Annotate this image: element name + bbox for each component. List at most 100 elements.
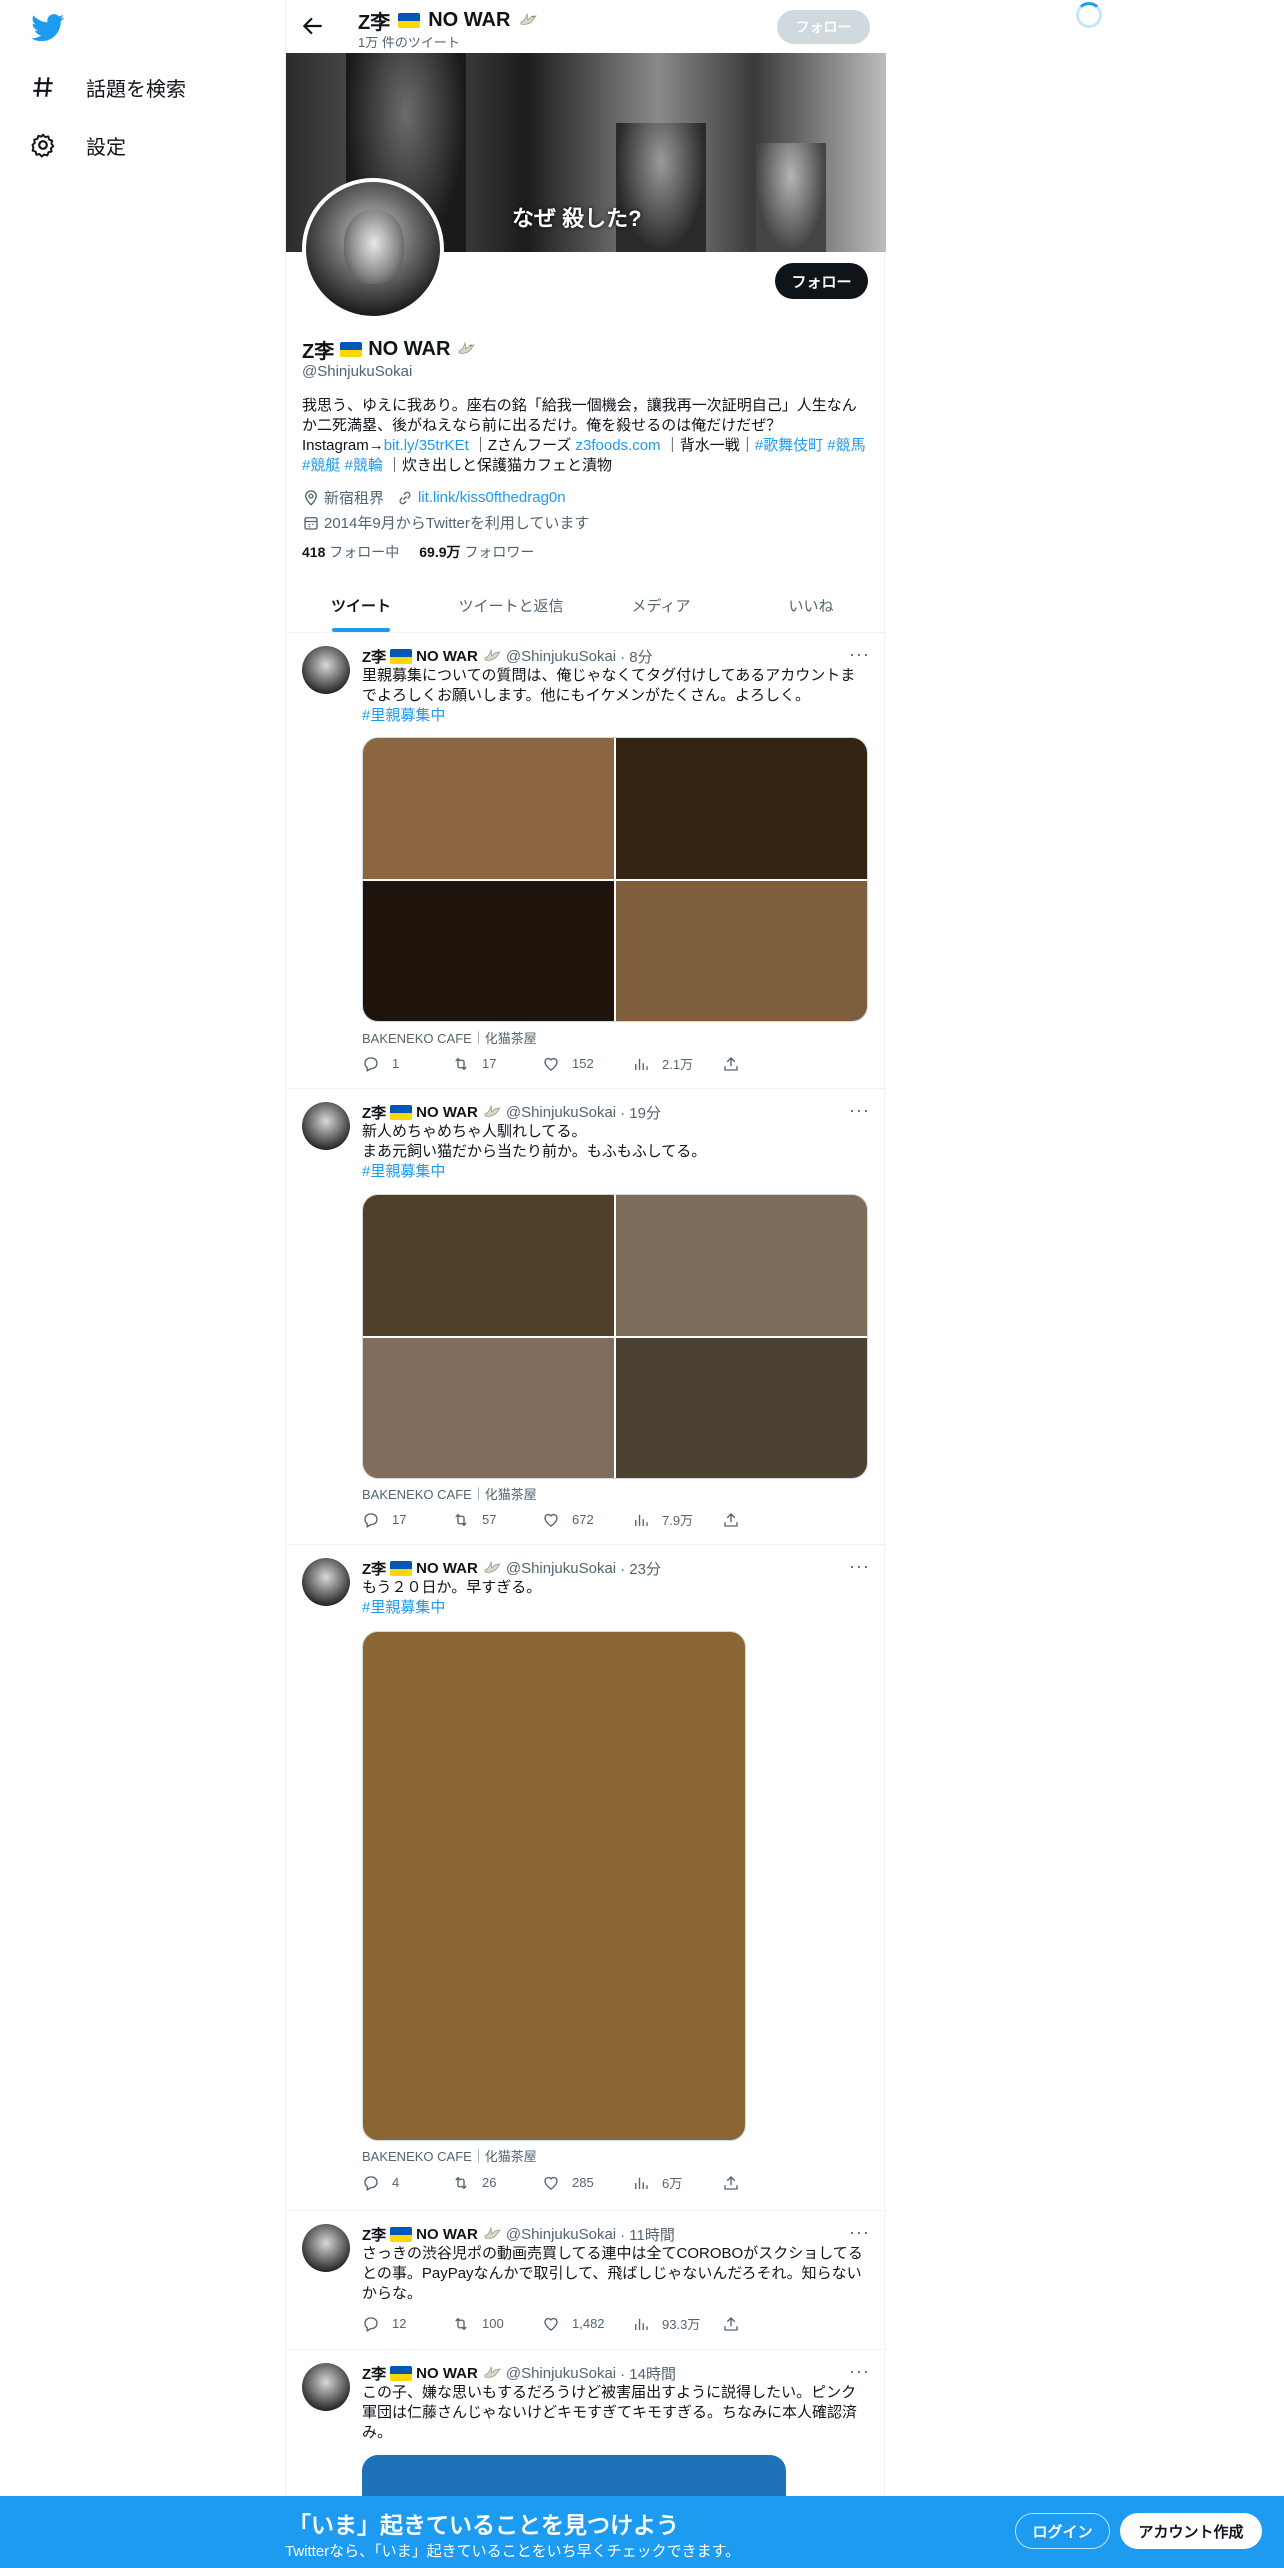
reply-button[interactable]: 12 xyxy=(362,2315,452,2333)
header-follow-button[interactable]: フォロー xyxy=(777,10,870,44)
tweet-handle[interactable]: @ShinjukuSokai xyxy=(506,648,616,665)
views-icon xyxy=(635,2177,648,2189)
tweet-avatar[interactable] xyxy=(302,2363,350,2411)
tweet-photo[interactable] xyxy=(616,738,867,879)
tweet[interactable]: Z李 NO WAR @ShinjukuSokai · 23分 ··· もう２０日… xyxy=(286,1546,886,2211)
tweet-header: Z李 NO WAR @ShinjukuSokai · 14時間 xyxy=(362,2363,676,2384)
reply-count: 17 xyxy=(392,1512,407,1527)
tweet-photo[interactable] xyxy=(363,738,614,879)
tweet-photo[interactable] xyxy=(616,880,867,1021)
reply-button[interactable]: 17 xyxy=(362,1511,452,1529)
bio-hashtag[interactable]: #競馬 xyxy=(827,437,865,454)
tweet-photo[interactable] xyxy=(362,1631,746,2141)
tweet[interactable]: Z李 NO WAR @ShinjukuSokai · 8分 ··· 里親募集につ… xyxy=(286,634,886,1089)
tweet-photo[interactable] xyxy=(363,880,614,1021)
following-stat[interactable]: 418 フォロー中 xyxy=(302,542,399,562)
like-button[interactable]: 1,482 xyxy=(542,2315,632,2333)
more-icon[interactable]: ··· xyxy=(849,644,870,665)
tweet-photo[interactable] xyxy=(616,1337,867,1478)
signup-button[interactable]: アカウント作成 xyxy=(1120,2513,1262,2549)
twitter-logo-icon[interactable] xyxy=(30,14,66,42)
like-button[interactable]: 152 xyxy=(542,1055,632,1073)
share-button[interactable] xyxy=(722,1055,752,1073)
tweet-text-line: この子、嫌な思いもするだろうけど被害届出すように説得したい。ピンク軍団は仁藤さん… xyxy=(362,2384,858,2441)
tab-media[interactable]: メディア xyxy=(586,580,736,632)
bio-foods-link[interactable]: z3foods.com xyxy=(576,437,661,454)
followers-stat[interactable]: 69.9万 フォロワー xyxy=(419,542,534,562)
retweet-button[interactable]: 17 xyxy=(452,1055,542,1073)
more-icon[interactable]: ··· xyxy=(849,2361,870,2382)
like-count: 285 xyxy=(572,2175,594,2190)
reply-button[interactable]: 1 xyxy=(362,1055,452,1073)
tab-active-indicator xyxy=(332,628,390,632)
retweet-button[interactable]: 26 xyxy=(452,2174,542,2192)
nav-explore[interactable]: 話題を検索 xyxy=(30,67,186,107)
back-arrow-icon[interactable] xyxy=(300,13,326,39)
profile-avatar[interactable] xyxy=(302,178,444,320)
views-button[interactable]: 6万 xyxy=(632,2173,722,2192)
tweet-author-name[interactable]: Z李 xyxy=(362,2224,386,2245)
profile-url-link[interactable]: lit.link/kiss0fthedrag0n xyxy=(418,489,566,506)
like-button[interactable]: 285 xyxy=(542,2174,632,2192)
tweet-time[interactable]: · 23分 xyxy=(620,1558,661,1579)
tweet-media-source[interactable]: BAKENEKO CAFE｜化猫茶屋 xyxy=(362,1484,537,1503)
tweet-photo[interactable] xyxy=(363,1195,614,1336)
tweet[interactable]: Z李 NO WAR @ShinjukuSokai · 19分 ··· 新人めちゃ… xyxy=(286,1090,886,1545)
tweet-handle[interactable]: @ShinjukuSokai xyxy=(506,2226,616,2243)
views-count: 7.9万 xyxy=(662,1513,694,1528)
profile-url[interactable]: lit.link/kiss0fthedrag0n xyxy=(396,487,566,508)
like-button[interactable]: 672 xyxy=(542,1511,632,1529)
nav-settings[interactable]: 設定 xyxy=(30,125,126,165)
tweet-hashtag[interactable]: #里親募集中 xyxy=(362,707,445,724)
tweet-author-name[interactable]: Z李 xyxy=(362,2363,386,2384)
tweet-hashtag[interactable]: #里親募集中 xyxy=(362,1163,445,1180)
bio-hashtag[interactable]: #競艇 xyxy=(302,457,340,474)
tweet[interactable]: Z李 NO WAR @ShinjukuSokai · 14時間 ··· この子、… xyxy=(286,2351,886,2496)
views-button[interactable]: 7.9万 xyxy=(632,1510,722,1529)
bio-hashtag[interactable]: #競輪 xyxy=(345,457,383,474)
more-icon[interactable]: ··· xyxy=(849,2222,870,2243)
tweet-time[interactable]: · 14時間 xyxy=(620,2363,676,2384)
tweet-handle[interactable]: @ShinjukuSokai xyxy=(506,1560,616,1577)
retweet-button[interactable]: 100 xyxy=(452,2315,542,2333)
tweet[interactable]: Z李 NO WAR @ShinjukuSokai · 11時間 ··· さっきの… xyxy=(286,2212,886,2350)
tweet-author-name[interactable]: Z李 xyxy=(362,1558,386,1579)
more-icon[interactable]: ··· xyxy=(849,1100,870,1121)
tweet-hashtag[interactable]: #里親募集中 xyxy=(362,1599,445,1616)
tweet-photo[interactable] xyxy=(616,1195,867,1336)
share-button[interactable] xyxy=(722,2174,752,2192)
tweet-time[interactable]: · 19分 xyxy=(620,1102,661,1123)
bio-instagram-link[interactable]: bit.ly/35trKEt xyxy=(384,437,469,454)
login-button[interactable]: ログイン xyxy=(1015,2513,1110,2549)
tweet-time[interactable]: · 11時間 xyxy=(620,2224,675,2245)
bio-text: ｜Zさんフーズ xyxy=(472,437,572,454)
tweet-photo[interactable] xyxy=(363,1337,614,1478)
profile-meta: 新宿租界 lit.link/kiss0fthedrag0n 2014年9月からT… xyxy=(302,487,868,533)
tweet-handle[interactable]: @ShinjukuSokai xyxy=(506,2365,616,2382)
tab-tweets-and-replies[interactable]: ツイートと返信 xyxy=(436,580,586,632)
views-button[interactable]: 93.3万 xyxy=(632,2314,722,2333)
tweet-avatar[interactable] xyxy=(302,646,350,694)
views-icon xyxy=(635,1514,648,1526)
dove-icon xyxy=(521,12,538,25)
tab-likes[interactable]: いいね xyxy=(736,580,886,632)
tweet-author-name[interactable]: Z李 xyxy=(362,646,386,667)
tweet-media-source[interactable]: BAKENEKO CAFE｜化猫茶屋 xyxy=(362,2146,537,2165)
share-button[interactable] xyxy=(722,1511,752,1529)
views-button[interactable]: 2.1万 xyxy=(632,1054,722,1073)
tweet-avatar[interactable] xyxy=(302,2224,350,2272)
tweet-avatar[interactable] xyxy=(302,1102,350,1150)
tweet-handle[interactable]: @ShinjukuSokai xyxy=(506,1104,616,1121)
tweet-media-source[interactable]: BAKENEKO CAFE｜化猫茶屋 xyxy=(362,1028,537,1047)
bio-hashtag[interactable]: #歌舞伎町 xyxy=(755,437,823,454)
tweet-time[interactable]: · 8分 xyxy=(620,646,653,667)
tweet-photo[interactable] xyxy=(362,2455,786,2496)
reply-button[interactable]: 4 xyxy=(362,2174,452,2192)
tab-tweets[interactable]: ツイート xyxy=(286,580,436,632)
follow-button[interactable]: フォロー xyxy=(775,263,868,299)
share-button[interactable] xyxy=(722,2315,752,2333)
more-icon[interactable]: ··· xyxy=(849,1556,870,1577)
tweet-author-name[interactable]: Z李 xyxy=(362,1102,386,1123)
retweet-button[interactable]: 57 xyxy=(452,1511,542,1529)
tweet-avatar[interactable] xyxy=(302,1558,350,1606)
